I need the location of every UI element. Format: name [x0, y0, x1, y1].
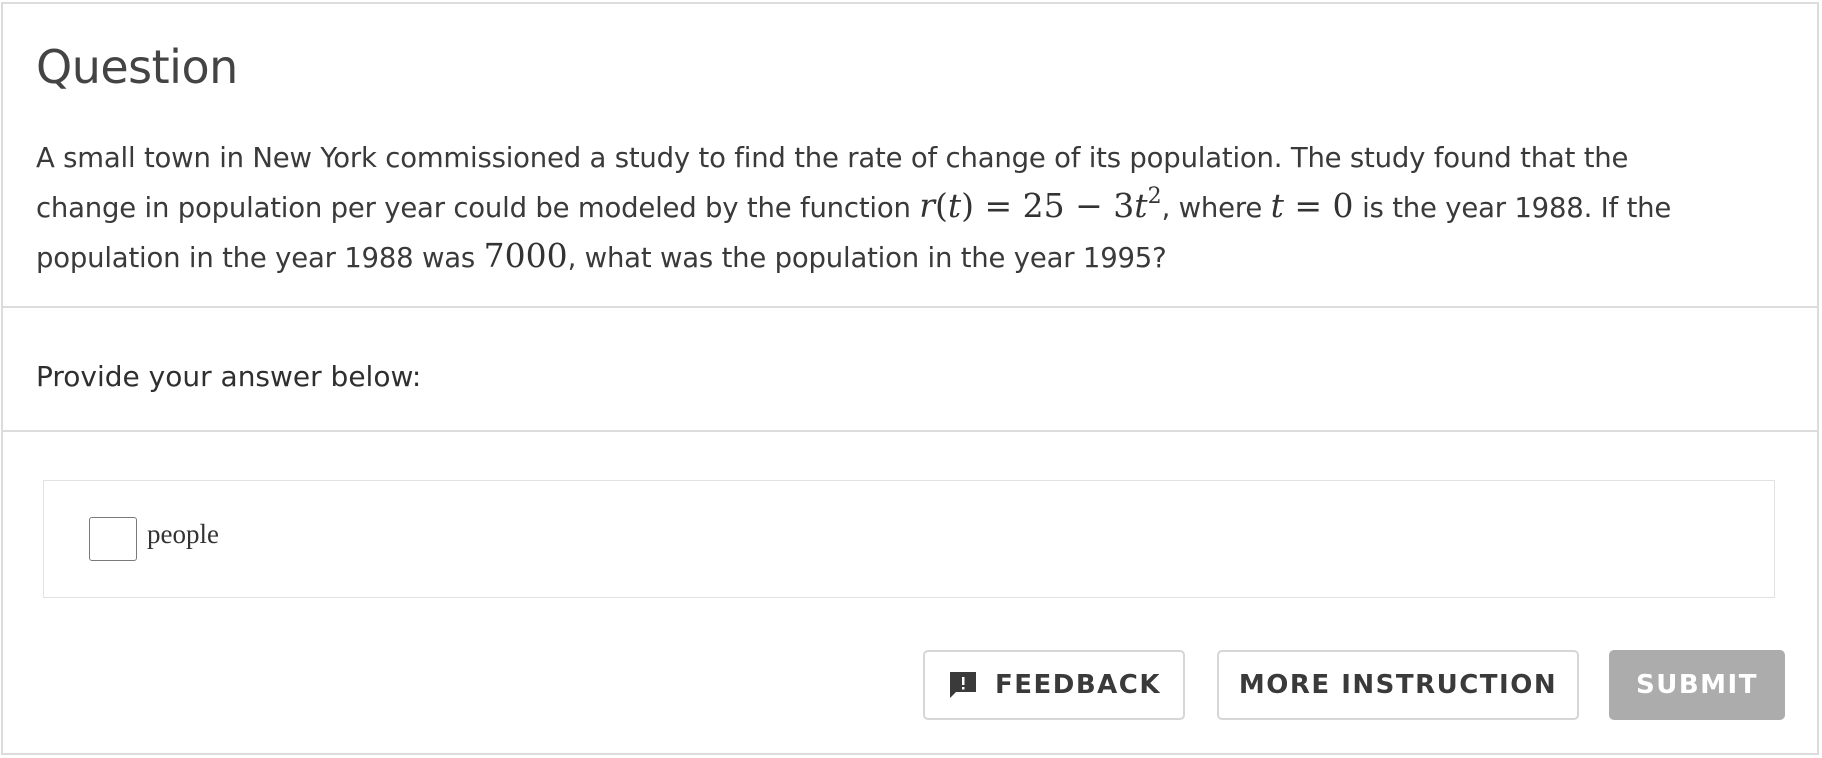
answer-unit: people: [147, 519, 219, 549]
question-line-2-start: change in population per year could be m…: [36, 192, 920, 224]
question-line-3-start: population in the year 1988 was: [36, 242, 484, 274]
rate-function: r(t) = 25 − 3t2: [919, 184, 1162, 226]
question-card: Question A small town in New York commis…: [1, 2, 1819, 755]
answer-area: people: [43, 480, 1775, 598]
answer-prompt-section: Provide your answer below:: [3, 308, 1817, 432]
question-title: Question: [36, 40, 238, 94]
time-origin: t = 0: [1270, 186, 1354, 225]
answer-prompt: Provide your answer below:: [36, 360, 422, 393]
feedback-label: FEEDBACK: [994, 670, 1162, 700]
question-section: Question A small town in New York commis…: [3, 4, 1817, 308]
question-text: A small town in New York commissioned a …: [36, 142, 1672, 275]
feedback-icon: [947, 669, 979, 701]
question-line-1: A small town in New York commissioned a …: [36, 142, 1629, 174]
answer-input[interactable]: [89, 517, 137, 561]
submit-label: SUBMIT: [1636, 670, 1758, 700]
more-instruction-label: MORE INSTRUCTION: [1238, 670, 1558, 700]
more-instruction-button[interactable]: MORE INSTRUCTION: [1217, 650, 1579, 720]
population-1988: 7000: [483, 236, 568, 275]
submit-button[interactable]: SUBMIT: [1609, 650, 1785, 720]
question-line-3-end: , what was the population in the year 19…: [567, 242, 1167, 274]
feedback-button[interactable]: FEEDBACK: [923, 650, 1185, 720]
